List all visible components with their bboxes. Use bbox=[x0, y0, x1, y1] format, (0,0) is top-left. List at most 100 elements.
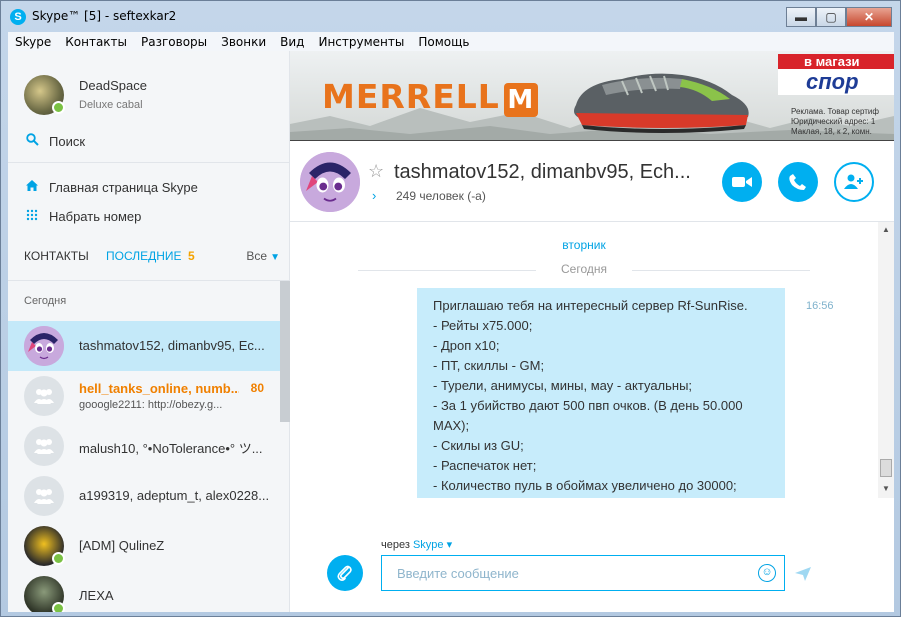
unread-count-badge: 80 bbox=[250, 381, 264, 395]
menu-skype[interactable]: Skype bbox=[8, 35, 58, 49]
menu-help[interactable]: Помощь bbox=[411, 35, 476, 49]
sidebar-divider bbox=[8, 162, 290, 163]
skype-window: S Skype™ [5] - seftexkar2 ▬ ▢ ✕ Skype Ко… bbox=[0, 0, 901, 617]
avatar bbox=[24, 326, 64, 366]
video-call-button[interactable] bbox=[722, 162, 762, 202]
contact-tabs: КОНТАКТЫ ПОСЛЕДНИЕ 5 Все ▼ bbox=[24, 249, 280, 265]
tab-contacts[interactable]: КОНТАКТЫ bbox=[24, 249, 89, 263]
close-button[interactable]: ✕ bbox=[846, 7, 892, 27]
menu-calls[interactable]: Звонки bbox=[214, 35, 273, 49]
home-link[interactable]: Главная страница Skype bbox=[24, 179, 198, 195]
via-service: Skype bbox=[412, 539, 444, 551]
conversation-avatar[interactable] bbox=[300, 152, 360, 212]
message-input[interactable] bbox=[381, 555, 785, 591]
message-line: - Рейты х75.000; bbox=[433, 318, 533, 333]
list-item[interactable]: tashmatov152, dimanbv95, Ec... bbox=[8, 321, 280, 371]
dial-link[interactable]: Набрать номер bbox=[24, 209, 141, 224]
conversation-name: a199319, adeptum_t, alex0228... bbox=[79, 488, 270, 503]
conversation-name: tashmatov152, dimanbv95, Ec... bbox=[79, 338, 265, 353]
send-via-selector[interactable]: через Skype ▾ bbox=[381, 538, 452, 551]
message-line: - Турели, анимусы, мины, мау - актуальны… bbox=[433, 378, 693, 393]
ad-store-logo: спор bbox=[778, 69, 894, 95]
scrollbar-thumb[interactable] bbox=[880, 459, 892, 477]
chevron-down-icon: ▼ bbox=[270, 252, 280, 263]
add-participant-button[interactable] bbox=[834, 162, 874, 202]
ad-brand-mark: M bbox=[503, 83, 538, 117]
group-avatar-icon bbox=[24, 376, 64, 416]
ad-brand-text: MERRELL bbox=[322, 77, 500, 116]
ad-store-banner: в магази bbox=[778, 54, 894, 70]
scroll-down-icon[interactable]: ▼ bbox=[878, 481, 894, 497]
group-avatar-icon bbox=[24, 476, 64, 516]
message-timestamp: 16:56 bbox=[806, 300, 834, 312]
conversation-name: malush10, °•NoTolerance•° ツ... bbox=[79, 441, 263, 456]
window-controls: ▬ ▢ ✕ bbox=[786, 7, 892, 27]
filter-label: Все bbox=[246, 249, 268, 263]
conversation-name: ЛЕХА bbox=[79, 588, 114, 603]
ad-legal-line: Маклая, 18, к 2, комн. bbox=[791, 127, 872, 136]
message-line: Приглашаю тебя на интересный сервер Rf-S… bbox=[433, 298, 748, 313]
ad-legal-line: Реклама. Товар сертиф bbox=[791, 107, 879, 116]
ad-legal-text: Реклама. Товар сертиф Юридический адрес:… bbox=[791, 107, 894, 137]
conversation-title[interactable]: tashmatov152, dimanbv95, Ech... bbox=[394, 161, 704, 184]
tab-recent[interactable]: ПОСЛЕДНИЕ bbox=[106, 249, 182, 263]
chevron-right-icon[interactable]: › bbox=[372, 188, 376, 203]
online-status-icon bbox=[52, 101, 65, 114]
message-line: - Дроп х10; bbox=[433, 338, 500, 353]
message-scrollbar[interactable]: ▲ ▼ bbox=[878, 222, 894, 499]
audio-call-button[interactable] bbox=[778, 162, 818, 202]
profile-name[interactable]: DeadSpace bbox=[79, 78, 147, 93]
recent-count-badge: 5 bbox=[188, 249, 195, 263]
message-line: - Количество пуль в обоймах увеличено до… bbox=[433, 478, 737, 493]
paperclip-icon bbox=[337, 565, 352, 581]
day-separator-today: Сегодня bbox=[561, 262, 607, 276]
dialpad-icon bbox=[24, 209, 40, 224]
skype-logo-icon: S bbox=[10, 9, 26, 25]
list-item[interactable]: hell_tanks_online, numb... 80 gooogle221… bbox=[8, 371, 280, 421]
ad-brand-logo: MERRELL M bbox=[322, 77, 538, 117]
list-item[interactable]: [ADM] QulineZ bbox=[8, 521, 280, 571]
menu-tools[interactable]: Инструменты bbox=[311, 35, 411, 49]
shoe-image bbox=[574, 73, 749, 133]
list-item[interactable]: malush10, °•NoTolerance•° ツ... bbox=[8, 421, 280, 471]
via-prefix: через bbox=[381, 539, 410, 551]
online-status-icon bbox=[52, 552, 65, 565]
profile-mood[interactable]: Deluxe cabal bbox=[79, 99, 143, 111]
conversation-name: [ADM] QulineZ bbox=[79, 538, 165, 553]
client-area: DeadSpace Deluxe cabal Поиск Главная стр… bbox=[8, 51, 894, 612]
list-item[interactable]: ЛЕХА bbox=[8, 571, 280, 612]
home-icon bbox=[24, 179, 40, 195]
menu-bar: Skype Контакты Разговоры Звонки Вид Инст… bbox=[8, 32, 894, 51]
participant-count[interactable]: 249 человек (-а) bbox=[396, 189, 486, 203]
filter-dropdown[interactable]: Все ▼ bbox=[246, 249, 280, 263]
minimize-button[interactable]: ▬ bbox=[786, 7, 816, 27]
online-status-icon bbox=[52, 602, 65, 612]
attach-button[interactable] bbox=[327, 555, 363, 591]
video-camera-icon bbox=[732, 177, 752, 187]
scroll-up-icon[interactable]: ▲ bbox=[878, 222, 894, 238]
title-bar: S Skype™ [5] - seftexkar2 ▬ ▢ ✕ bbox=[1, 1, 900, 31]
message-area: вторник Сегодня Приглашаю тебя на интере… bbox=[290, 221, 894, 499]
menu-contacts[interactable]: Контакты bbox=[58, 35, 134, 49]
emoticon-icon[interactable]: ☺ bbox=[758, 564, 776, 582]
message-line: - ПТ, скиллы - GM; bbox=[433, 358, 545, 373]
maximize-button[interactable]: ▢ bbox=[816, 7, 846, 27]
menu-view[interactable]: Вид bbox=[273, 35, 311, 49]
group-avatar-icon bbox=[24, 426, 64, 466]
message-line: - Скилы из GU; bbox=[433, 438, 524, 453]
search-icon bbox=[24, 133, 40, 149]
search-link[interactable]: Поиск bbox=[24, 133, 85, 149]
send-icon[interactable] bbox=[793, 563, 813, 583]
message-line: MAX); bbox=[433, 418, 470, 433]
message-bubble[interactable]: Приглашаю тебя на интересный сервер Rf-S… bbox=[417, 288, 785, 499]
day-divider-line bbox=[632, 270, 810, 271]
ad-banner[interactable]: MERRELL M в магази спор Реклама. Товар се… bbox=[290, 51, 894, 141]
menu-conversations[interactable]: Разговоры bbox=[134, 35, 214, 49]
list-scrollbar[interactable] bbox=[280, 281, 290, 422]
conversation-name: hell_tanks_online, numb... bbox=[79, 381, 239, 396]
composer: через Skype ▾ ☺ bbox=[290, 498, 894, 612]
chat-header: ☆ tashmatov152, dimanbv95, Ech... › 249 … bbox=[290, 141, 894, 221]
day-separator-tuesday[interactable]: вторник bbox=[290, 238, 878, 252]
list-item[interactable]: a199319, adeptum_t, alex0228... bbox=[8, 471, 280, 521]
star-icon[interactable]: ☆ bbox=[368, 161, 384, 182]
